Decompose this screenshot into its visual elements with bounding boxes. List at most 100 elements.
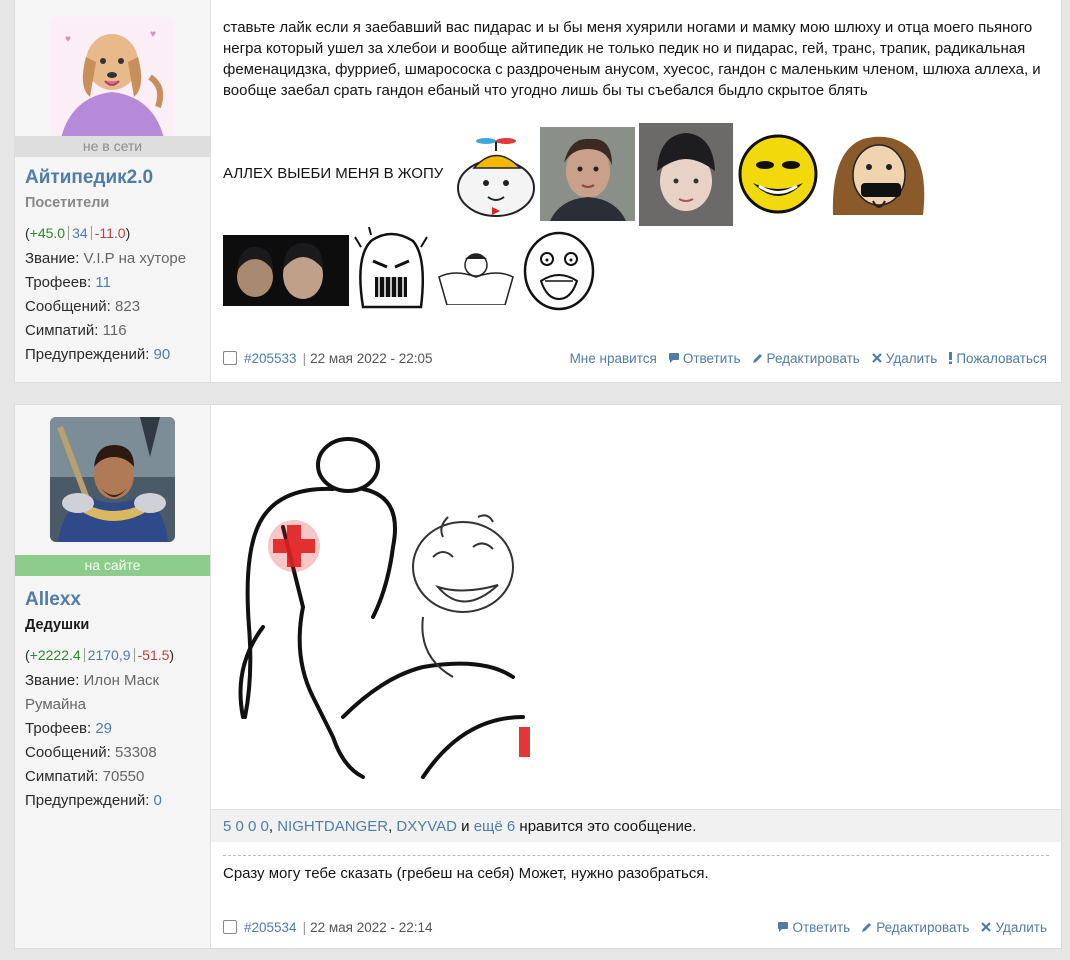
trophies-link[interactable]: 11 (95, 274, 111, 291)
post: ♥ ♥ не в сети Айтипедик2.0 Посетители (+… (14, 0, 1062, 383)
likes-separator: , (268, 818, 278, 835)
rage-face-meme-image[interactable] (351, 227, 431, 315)
svg-text:♥: ♥ (150, 29, 156, 40)
rep-neutral: 34 (72, 225, 88, 241)
messages-label: Сообщений: (25, 298, 111, 315)
rage-meme-image[interactable] (823, 131, 935, 215)
rank-value: V.I.P на хуторе (83, 250, 187, 267)
likes-summary: 5 0 0 0, NIGHTDANGER, DXYVAD и ещё 6 нра… (211, 809, 1061, 842)
photo-boy-hat-image[interactable] (639, 123, 733, 226)
warnings-field: Предупреждений: 0 (25, 789, 204, 813)
messages-field: Сообщений: 823 (25, 295, 204, 319)
reply-button[interactable]: Ответить (668, 351, 741, 366)
smiley-meme-image[interactable] (737, 133, 819, 215)
user-info: Айтипедик2.0 Посетители (+45.0 34 -11.0) З… (25, 165, 204, 367)
rep-divider (83, 648, 85, 662)
more-likers-link[interactable]: ещё 6 (474, 818, 516, 835)
warnings-label: Предупреждений: (25, 346, 150, 363)
likes-field: Симпатий: 116 (25, 319, 204, 343)
likes-field: Симпатий: 70550 (25, 765, 204, 789)
warnings-field: Предупреждений: 90 (25, 343, 204, 367)
trophies-label: Трофеев: (25, 720, 92, 737)
online-status: на сайте (15, 555, 210, 576)
rep-divider (68, 226, 70, 240)
rep-divider (133, 648, 135, 662)
warnings-link[interactable]: 90 (154, 346, 171, 363)
delete-button[interactable]: Удалить (871, 351, 937, 366)
post-date: 22 мая 2022 - 22:14 (303, 920, 432, 935)
likes-conjunction: и (456, 818, 474, 835)
rep-negative: -11.0 (94, 225, 126, 241)
avatar[interactable] (50, 417, 175, 542)
reputation: (+45.0 34 -11.0) (25, 221, 204, 245)
messages-field: Сообщений: 53308 (25, 741, 204, 765)
post-message: Сразу могу тебе сказать (гребеш на себя)… (223, 865, 709, 882)
close-icon (872, 353, 882, 363)
liker-link[interactable]: NIGHTDANGER (277, 818, 388, 835)
liker-link[interactable]: 5 0 0 0 (223, 818, 269, 835)
user-column: ♥ ♥ не в сети Айтипедик2.0 Посетители (+… (15, 0, 211, 382)
likes-value: 70550 (102, 768, 145, 785)
likes-label: Симпатий: (25, 322, 99, 339)
post-footer: #205534 22 мая 2022 - 22:14 Ответить Ред… (223, 917, 1047, 937)
report-label: Пожаловаться (956, 350, 1047, 366)
post-content: 5 0 0 0, NIGHTDANGER, DXYVAD и ещё 6 нра… (211, 405, 1061, 948)
shrug-meme-image[interactable] (435, 247, 517, 305)
delete-button[interactable]: Удалить (980, 920, 1047, 935)
trophies-field: Трофеев: 11 (25, 271, 204, 295)
pencil-icon (752, 354, 762, 363)
messages-value: 823 (115, 298, 141, 315)
username[interactable]: Айтипедик2.0 (25, 165, 204, 191)
rank-label: Звание: (25, 250, 80, 267)
post-actions: Ответить Редактировать Удалить (777, 920, 1047, 935)
rank-field: Звание: Илон Маск Румайна (25, 669, 185, 717)
rep-close: ) (169, 647, 175, 663)
post-permalink[interactable]: #205533 (244, 351, 297, 366)
scared-meme-image[interactable] (519, 229, 599, 311)
exclamation-icon (949, 352, 953, 364)
photo-man-image[interactable] (540, 127, 635, 221)
speech-bubble-icon (778, 922, 789, 932)
signature-divider (223, 855, 1049, 856)
post-caption: АЛЛЕХ ВЫЕБИ МЕНЯ В ЖОПУ (223, 165, 444, 182)
reputation: (+2222.4 2170,9 -51.5) (25, 643, 204, 667)
liker-link[interactable]: DXYVAD (396, 818, 457, 835)
report-button[interactable]: Пожаловаться (948, 351, 1047, 366)
warnings-link[interactable]: 0 (154, 792, 162, 809)
messages-label: Сообщений: (25, 744, 111, 761)
edit-button[interactable]: Редактировать (861, 920, 969, 935)
photo-two-guys-image[interactable] (223, 235, 349, 306)
speech-bubble-icon (668, 353, 679, 363)
user-column: на сайте Allexx Дедушки (+2222.4 2170,9 -5… (15, 405, 211, 948)
likes-value: 116 (102, 322, 127, 339)
trophies-field: Трофеев: 29 (25, 717, 204, 741)
rage-comic-drawing-image[interactable] (223, 417, 530, 792)
username[interactable]: Allexx (25, 587, 204, 613)
rep-neutral: 2170,9 (87, 647, 131, 663)
pencil-icon (862, 923, 872, 932)
post: на сайте Allexx Дедушки (+2222.4 2170,9 -5… (14, 404, 1062, 949)
reply-label: Ответить (792, 919, 851, 935)
user-group: Посетители (25, 195, 110, 211)
propeller-hat-meme-image[interactable] (454, 133, 536, 219)
select-checkbox[interactable] (223, 351, 237, 365)
messages-value: 53308 (115, 744, 157, 761)
like-button[interactable]: Мне нравится (570, 351, 657, 366)
edit-button[interactable]: Редактировать (752, 351, 860, 366)
avatar[interactable]: ♥ ♥ (50, 17, 175, 142)
post-permalink[interactable]: #205534 (244, 920, 297, 935)
post-message: ставьте лайк если я заебавший вас пидара… (223, 19, 1041, 99)
edit-label: Редактировать (766, 350, 860, 366)
reply-button[interactable]: Ответить (777, 920, 850, 935)
trophies-label: Трофеев: (25, 274, 92, 291)
trophies-link[interactable]: 29 (95, 720, 112, 737)
rep-close: ) (125, 225, 131, 241)
post-footer: #205533 22 мая 2022 - 22:05 Мне нравится… (223, 348, 1047, 368)
warnings-label: Предупреждений: (25, 792, 150, 809)
rep-positive: +2222.4 (29, 647, 81, 663)
edit-label: Редактировать (876, 919, 970, 935)
rank-field: Звание: V.I.P на хуторе (25, 247, 204, 271)
post-content: ставьте лайк если я заебавший вас пидара… (211, 0, 1061, 382)
likes-tail-text: нравится это сообщение. (515, 818, 697, 835)
select-checkbox[interactable] (223, 920, 237, 934)
